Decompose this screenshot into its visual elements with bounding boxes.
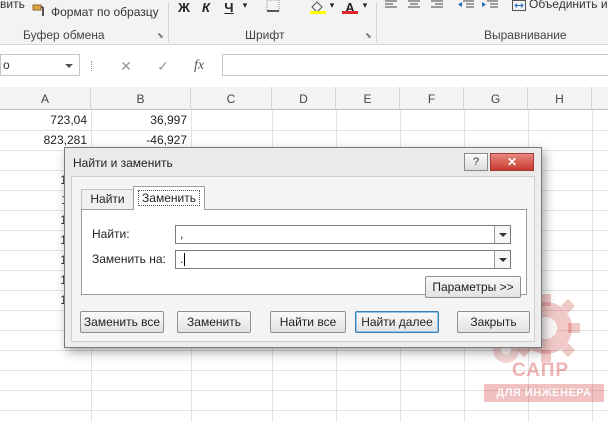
cell-b1[interactable]: 36,997 bbox=[91, 110, 191, 130]
decrease-indent-icon[interactable] bbox=[458, 0, 474, 14]
dialog-body: Найти Заменить Найти: , Заменить на: . П… bbox=[71, 176, 535, 342]
tab-replace-label: Заменить bbox=[138, 190, 200, 206]
increase-indent-icon[interactable] bbox=[482, 0, 498, 14]
brush-icon bbox=[32, 4, 48, 18]
cancel-icon[interactable]: ✕ bbox=[116, 57, 136, 75]
underline-button[interactable]: Ч bbox=[222, 0, 236, 15]
font-launcher-icon[interactable]: ⬊ bbox=[365, 31, 374, 40]
column-headers: A B C D E F G H bbox=[0, 87, 608, 110]
divider bbox=[376, 2, 377, 42]
merge-label: Объединить и bbox=[529, 0, 608, 11]
watermark-title: САПР bbox=[512, 360, 570, 381]
find-label: Найти: bbox=[92, 227, 130, 241]
font-group-label: Шрифт bbox=[245, 28, 285, 42]
bold-button[interactable]: Ж bbox=[177, 0, 191, 15]
help-button[interactable]: ? bbox=[464, 153, 488, 171]
divider bbox=[168, 2, 169, 42]
formula-input[interactable] bbox=[222, 54, 608, 76]
italic-button[interactable]: К bbox=[199, 0, 213, 15]
paste-button-label[interactable]: вить bbox=[0, 0, 25, 11]
find-all-button[interactable]: Найти все bbox=[270, 311, 346, 333]
merge-button[interactable]: Объединить и bbox=[512, 0, 608, 13]
name-box[interactable]: о bbox=[0, 54, 80, 76]
close-button[interactable]: Закрыть bbox=[457, 311, 530, 333]
column-header-f[interactable]: F bbox=[400, 87, 464, 110]
align-center-icon[interactable] bbox=[407, 0, 421, 14]
options-button[interactable]: Параметры >> bbox=[425, 276, 521, 298]
chevron-down-icon[interactable]: ▾ bbox=[327, 0, 337, 14]
column-header-d[interactable]: D bbox=[272, 87, 336, 110]
find-next-button[interactable]: Найти далее bbox=[355, 311, 439, 333]
font-color-bar bbox=[342, 11, 358, 14]
ribbon: вить Формат по образцу Буфер обмена ⬊ Ж … bbox=[0, 0, 608, 45]
fill-color-icon[interactable] bbox=[309, 0, 327, 14]
clipboard-launcher-icon[interactable]: ⬊ bbox=[157, 31, 166, 40]
column-header-g[interactable]: G bbox=[464, 87, 528, 110]
replace-button[interactable]: Заменить bbox=[177, 311, 251, 333]
chevron-down-icon[interactable] bbox=[65, 64, 73, 68]
dialog-title: Найти и заменить bbox=[73, 156, 173, 170]
align-left-icon[interactable] bbox=[384, 0, 398, 14]
format-painter-button[interactable]: Формат по образцу bbox=[32, 4, 162, 20]
find-replace-dialog: Найти и заменить ? ✕ Найти Заменить Найт… bbox=[64, 147, 542, 348]
replace-all-button[interactable]: Заменить все bbox=[80, 311, 164, 333]
dialog-titlebar[interactable]: Найти и заменить ? ✕ bbox=[65, 148, 541, 176]
replace-value: . bbox=[180, 252, 184, 266]
chevron-down-icon[interactable]: ▾ bbox=[360, 0, 370, 14]
chevron-down-icon[interactable]: ▾ bbox=[240, 0, 250, 14]
borders-icon[interactable] bbox=[264, 0, 282, 14]
tab-panel: Найти: , Заменить на: . Параметры >> bbox=[81, 209, 527, 298]
replace-field[interactable]: . bbox=[175, 250, 511, 269]
tab-replace[interactable]: Заменить bbox=[133, 186, 205, 210]
chevron-down-icon[interactable] bbox=[494, 251, 510, 268]
insert-function-icon[interactable]: fx bbox=[189, 57, 209, 75]
text-caret bbox=[184, 253, 185, 266]
alignment-group-label: Выравнивание bbox=[484, 28, 567, 42]
column-header-c[interactable]: C bbox=[191, 87, 272, 110]
tab-find[interactable]: Найти bbox=[81, 189, 134, 210]
column-header-b[interactable]: B bbox=[91, 87, 191, 110]
align-right-icon[interactable] bbox=[430, 0, 444, 14]
find-value: , bbox=[180, 227, 184, 241]
resize-handle[interactable] bbox=[91, 61, 93, 71]
font-color-button[interactable]: А bbox=[341, 0, 359, 16]
column-header-a[interactable]: A bbox=[0, 87, 91, 110]
format-painter-label: Формат по образцу bbox=[51, 5, 159, 19]
formula-bar: о ✕ ✓ fx bbox=[0, 45, 608, 87]
column-header-h[interactable]: H bbox=[528, 87, 592, 110]
merge-icon bbox=[512, 0, 526, 11]
enter-icon[interactable]: ✓ bbox=[153, 57, 173, 75]
watermark-subtitle: ДЛЯ ИНЖЕНЕРА bbox=[484, 384, 604, 402]
close-icon[interactable]: ✕ bbox=[490, 153, 534, 171]
column-header-e[interactable]: E bbox=[336, 87, 400, 110]
find-field[interactable]: , bbox=[175, 225, 511, 244]
replace-label: Заменить на: bbox=[92, 252, 166, 266]
clipboard-group-label: Буфер обмена bbox=[23, 28, 105, 42]
cell-a1[interactable]: 723,04 bbox=[0, 110, 91, 130]
name-box-value: о bbox=[3, 58, 10, 72]
chevron-down-icon[interactable] bbox=[494, 226, 510, 243]
